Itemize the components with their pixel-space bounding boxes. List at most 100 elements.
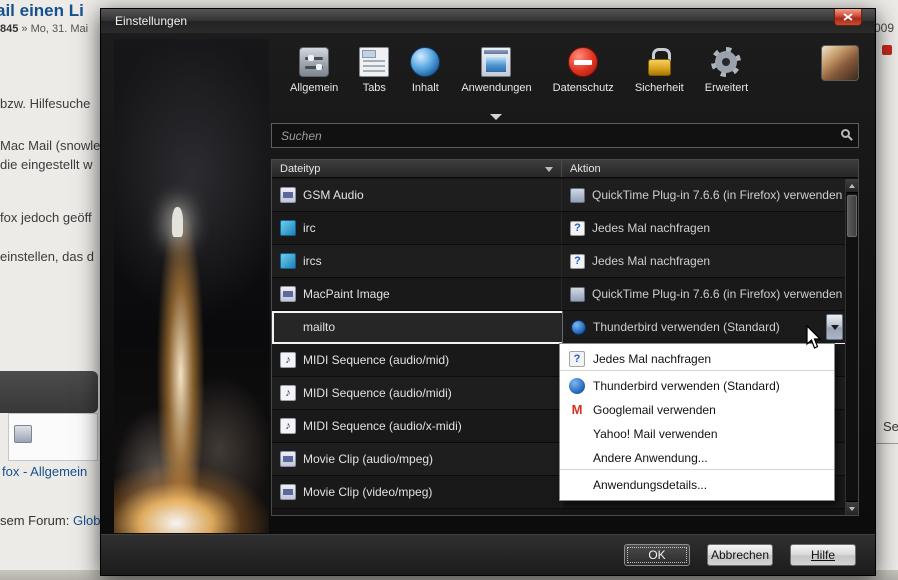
filetype-icon [280, 451, 296, 467]
scroll-up-button[interactable] [846, 179, 858, 193]
toolbar-tab-icon [299, 47, 329, 77]
filetype-label: mailto [303, 320, 335, 334]
help-button[interactable]: Hilfe [790, 544, 856, 566]
table-row[interactable]: irc Jedes Mal nachfragen [272, 212, 845, 245]
cancel-button[interactable]: Abbrechen [707, 544, 773, 566]
toolbar-tab-label: Erweitert [705, 82, 748, 94]
action-dropdown-menu: Jedes Mal nachfragen Thunderbird verwend… [559, 343, 835, 501]
toolbar-tab-icon [410, 47, 440, 77]
action-label: Jedes Mal nachfragen [592, 221, 710, 235]
dropdown-arrow-icon [831, 325, 839, 330]
filetype-label: MIDI Sequence (audio/mid) [303, 353, 449, 367]
page-post-meta: 845 » Mo, 31. Mai [0, 23, 88, 35]
toolbar-tab[interactable]: Erweitert [701, 47, 752, 113]
page-text-line: einstellen, das d [0, 249, 94, 264]
page-panel-icon [14, 425, 32, 443]
list-scrollbar[interactable] [845, 179, 858, 515]
filetype-icon [280, 418, 296, 434]
forum-link-fragment[interactable]: fox - Allgemein [2, 464, 87, 479]
toolbar-tab-label: Sicherheit [635, 82, 684, 94]
search-input[interactable] [271, 123, 859, 148]
screen: ail einen Li 845 » Mo, 31. Mai bzw. Hilf… [0, 0, 898, 580]
action-icon [570, 221, 585, 236]
page-text-line: fox jedoch geöff [0, 210, 92, 225]
menu-item-icon [569, 402, 585, 418]
page-footer-fragment: sem Forum: Glob [0, 513, 100, 528]
menu-item[interactable]: Yahoo! Mail verwenden [560, 422, 834, 446]
table-row[interactable]: GSM Audio QuickTime Plug-in 7.6.6 (in Fi… [272, 179, 845, 212]
action-icon [570, 188, 585, 203]
theme-photo-thumbnail [821, 45, 859, 81]
close-button[interactable] [834, 9, 862, 26]
column-header-filetype[interactable]: Dateityp [272, 160, 562, 177]
toolbar-tab-label: Tabs [363, 82, 386, 94]
shuttle-launch-image [114, 39, 269, 533]
menu-item[interactable]: Andere Anwendung... [560, 446, 834, 470]
toolbar-tab[interactable]: Anwendungen [457, 47, 535, 113]
toolbar-tab[interactable]: Inhalt [406, 47, 444, 113]
column-header-filetype-label: Dateityp [280, 163, 320, 175]
search-icon [841, 129, 850, 138]
page-text-line: die eingestellt w [0, 157, 93, 172]
menu-item[interactable]: Anwendungsdetails... [560, 473, 834, 497]
filetype-label: irc [303, 221, 316, 235]
toolbar-tab[interactable]: Tabs [355, 47, 393, 113]
close-icon [843, 13, 853, 21]
scrollbar-thumb[interactable] [847, 195, 857, 237]
filetype-icon [280, 352, 296, 368]
action-cell: Jedes Mal nachfragen [562, 212, 845, 244]
menu-item[interactable]: Thunderbird verwenden (Standard) [560, 374, 834, 398]
action-label: Thunderbird verwenden (Standard) [593, 320, 780, 334]
menu-item[interactable]: Jedes Mal nachfragen [560, 347, 834, 371]
toolbar-tab[interactable]: Datenschutz [549, 47, 618, 113]
filetype-label: MacPaint Image [303, 287, 390, 301]
toolbar-tab-label: Anwendungen [461, 82, 531, 94]
toolbar-tab[interactable]: Allgemein [286, 47, 342, 113]
post-number: 845 [0, 23, 18, 35]
toolbar-tab-icon [711, 47, 741, 77]
ok-button[interactable]: OK [624, 544, 690, 566]
dropdown-arrow-button[interactable] [826, 314, 843, 340]
action-label: Jedes Mal nachfragen [592, 254, 710, 268]
filetype-label: GSM Audio [303, 188, 364, 202]
menu-item-label: Thunderbird verwenden (Standard) [593, 379, 780, 393]
toolbar-tab[interactable]: Sicherheit [631, 47, 688, 113]
search-bar [271, 123, 859, 148]
action-icon [570, 287, 585, 302]
list-header: Dateityp Aktion [272, 160, 858, 178]
filetype-cell: Movie Clip (audio/mpeg) [272, 443, 562, 475]
settings-dialog: Einstellungen Allgemein Tabs [100, 8, 876, 576]
dialog-content: Allgemein Tabs Inhalt [101, 33, 875, 534]
action-cell: Thunderbird verwenden (Standard) [562, 311, 845, 343]
action-icon [571, 320, 586, 335]
menu-item-label: Andere Anwendung... [593, 451, 708, 465]
filetype-label: MIDI Sequence (audio/x-midi) [303, 419, 462, 433]
menu-item-icon [569, 426, 585, 442]
filetype-cell: GSM Audio [272, 179, 562, 211]
filetype-cell: MIDI Sequence (audio/x-midi) [272, 410, 562, 442]
menu-item-label: Anwendungsdetails... [593, 478, 707, 492]
footer-text: sem Forum: [0, 513, 73, 528]
menu-item-label: Googlemail verwenden [593, 403, 716, 417]
filetype-cell: Movie Clip (video/mpeg) [272, 476, 562, 508]
table-row[interactable]: mailto Thunderbird verwenden (Standard) [272, 311, 845, 344]
action-label: QuickTime Plug-in 7.6.6 (in Firefox) ver… [592, 287, 842, 301]
page-dark-panel [0, 371, 98, 413]
table-row[interactable]: ircs Jedes Mal nachfragen [272, 245, 845, 278]
scroll-down-button[interactable] [846, 501, 858, 515]
filetype-cell: MIDI Sequence (audio/mid) [272, 344, 562, 376]
menu-item-icon [569, 351, 585, 367]
filetype-icon [280, 253, 296, 269]
menu-item[interactable]: Googlemail verwenden [560, 398, 834, 422]
filetype-cell: irc [272, 212, 562, 244]
footer-link[interactable]: Glob [73, 513, 100, 528]
menu-item-icon [569, 450, 585, 466]
filetype-label: ircs [303, 254, 322, 268]
column-header-action[interactable]: Aktion [562, 160, 858, 177]
filetype-cell: MacPaint Image [272, 278, 562, 310]
page-text-line: bzw. Hilfesuche [0, 96, 90, 111]
table-row[interactable]: MacPaint Image QuickTime Plug-in 7.6.6 (… [272, 278, 845, 311]
filetype-label: MIDI Sequence (audio/midi) [303, 386, 452, 400]
filetype-icon [280, 484, 296, 500]
filetype-icon [280, 385, 296, 401]
